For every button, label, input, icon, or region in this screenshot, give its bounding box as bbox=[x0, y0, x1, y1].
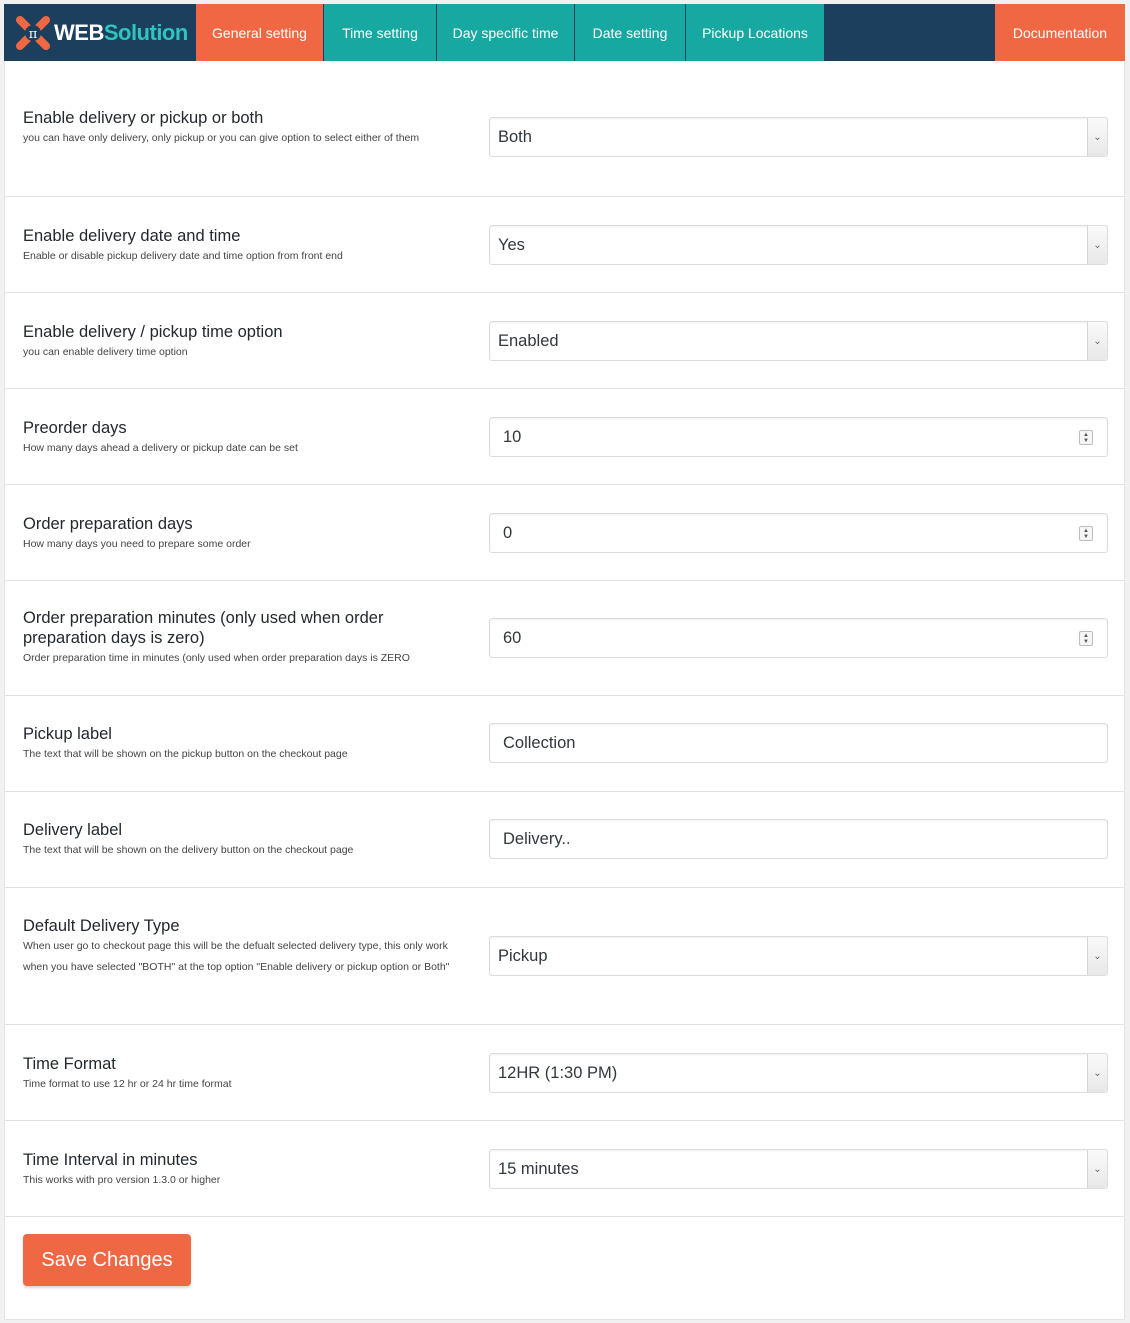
setting-title: Order preparation days bbox=[23, 515, 193, 533]
delivery-mode-select[interactable]: Both ⌄ bbox=[489, 117, 1108, 157]
number-stepper-icon[interactable]: ▲ ▼ bbox=[1079, 430, 1093, 445]
svg-text:π: π bbox=[29, 27, 38, 42]
time-option-select[interactable]: Enabled ⌄ bbox=[489, 321, 1108, 361]
brand-logo: π WEBSolution bbox=[4, 4, 196, 61]
default-delivery-type-select[interactable]: Pickup ⌄ bbox=[489, 936, 1108, 976]
tab-general-setting[interactable]: General setting bbox=[196, 4, 324, 61]
tab-documentation[interactable]: Documentation bbox=[995, 4, 1125, 61]
delivery-label-input[interactable]: Delivery.. bbox=[489, 819, 1108, 859]
setting-title: Enable delivery date and time bbox=[23, 227, 241, 245]
chevron-down-icon: ⌄ bbox=[1087, 937, 1107, 975]
prep-days-input[interactable]: 0 ▲ ▼ bbox=[489, 513, 1108, 553]
setting-description: Order preparation time in minutes (only … bbox=[23, 652, 410, 664]
setting-title: Pickup label bbox=[23, 725, 112, 743]
setting-description: you can enable delivery time option bbox=[23, 346, 188, 358]
setting-description: When user go to checkout page this will … bbox=[23, 940, 450, 973]
setting-description: Enable or disable pickup delivery date a… bbox=[23, 250, 343, 262]
setting-row-delivery-mode: Enable delivery or pickup or both you ca… bbox=[5, 61, 1124, 197]
setting-description: you can have only delivery, only pickup … bbox=[23, 132, 420, 144]
top-navigation: π WEBSolution General setting Time setti… bbox=[4, 4, 1125, 61]
prep-minutes-input[interactable]: 60 ▲ ▼ bbox=[489, 618, 1108, 658]
setting-description: The text that will be shown on the picku… bbox=[23, 748, 348, 760]
date-time-select[interactable]: Yes ⌄ bbox=[489, 225, 1108, 265]
setting-row-default-delivery-type: Default Delivery Type When user go to ch… bbox=[5, 888, 1124, 1025]
setting-row-date-time: Enable delivery date and time Enable or … bbox=[5, 197, 1124, 293]
setting-title: Time Format bbox=[23, 1055, 116, 1073]
setting-row-prep-days: Order preparation days How many days you… bbox=[5, 485, 1124, 581]
setting-row-time-option: Enable delivery / pickup time option you… bbox=[5, 293, 1124, 389]
setting-description: How many days ahead a delivery or pickup… bbox=[23, 442, 298, 454]
save-changes-button[interactable]: Save Changes bbox=[23, 1234, 191, 1286]
setting-description: How many days you need to prepare some o… bbox=[23, 538, 251, 550]
setting-title: Preorder days bbox=[23, 419, 127, 437]
chevron-down-icon: ⌄ bbox=[1087, 226, 1107, 264]
logo-icon: π bbox=[16, 15, 50, 50]
setting-row-prep-minutes: Order preparation minutes (only used whe… bbox=[5, 581, 1124, 696]
setting-row-preorder-days: Preorder days How many days ahead a deli… bbox=[5, 389, 1124, 485]
setting-description: This works with pro version 1.3.0 or hig… bbox=[23, 1174, 221, 1186]
chevron-down-icon: ⌄ bbox=[1087, 1150, 1107, 1188]
setting-title: Delivery label bbox=[23, 821, 123, 839]
chevron-down-icon: ⌄ bbox=[1087, 322, 1107, 360]
setting-row-delivery-label: Delivery label The text that will be sho… bbox=[5, 792, 1124, 888]
pickup-label-input[interactable]: Collection bbox=[489, 723, 1108, 763]
setting-description: The text that will be shown on the deliv… bbox=[23, 844, 354, 856]
setting-title: Enable delivery or pickup or both bbox=[23, 109, 264, 127]
setting-row-time-format: Time Format Time format to use 12 hr or … bbox=[5, 1025, 1124, 1121]
preorder-days-input[interactable]: 10 ▲ ▼ bbox=[489, 417, 1108, 457]
chevron-down-icon: ⌄ bbox=[1087, 118, 1107, 156]
brand-name: WEBSolution bbox=[54, 19, 188, 45]
tab-day-specific-time[interactable]: Day specific time bbox=[437, 4, 575, 61]
tab-pickup-locations[interactable]: Pickup Locations bbox=[686, 4, 825, 61]
time-interval-select[interactable]: 15 minutes ⌄ bbox=[489, 1149, 1108, 1189]
number-stepper-icon[interactable]: ▲ ▼ bbox=[1079, 526, 1093, 541]
setting-row-time-interval: Time Interval in minutes This works with… bbox=[5, 1121, 1124, 1217]
time-format-select[interactable]: 12HR (1:30 PM) ⌄ bbox=[489, 1053, 1108, 1093]
tab-time-setting[interactable]: Time setting bbox=[324, 4, 437, 61]
tab-date-setting[interactable]: Date setting bbox=[575, 4, 686, 61]
setting-title: Time Interval in minutes bbox=[23, 1151, 198, 1169]
setting-description: Time format to use 12 hr or 24 hr time f… bbox=[23, 1078, 232, 1090]
chevron-down-icon: ⌄ bbox=[1087, 1054, 1107, 1092]
setting-title: Enable delivery / pickup time option bbox=[23, 323, 283, 341]
setting-row-pickup-label: Pickup label The text that will be shown… bbox=[5, 696, 1124, 792]
setting-title: Default Delivery Type bbox=[23, 917, 180, 935]
number-stepper-icon[interactable]: ▲ ▼ bbox=[1079, 631, 1093, 646]
setting-title: Order preparation minutes (only used whe… bbox=[23, 609, 384, 647]
